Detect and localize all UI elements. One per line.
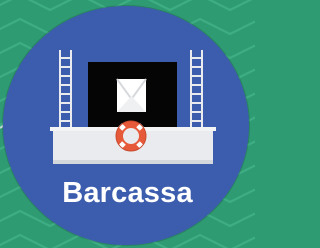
- app-name-label: Barcassa: [62, 177, 193, 209]
- right-ladder: [190, 50, 203, 128]
- lifebuoy-icon: [115, 120, 147, 152]
- left-ladder: [59, 50, 72, 128]
- barge-with-lifebuoy-icon: [50, 50, 216, 164]
- app-icon-screen: { "badge": { "label": "Barcassa", "icon"…: [0, 0, 255, 248]
- envelope-icon: [116, 78, 147, 112]
